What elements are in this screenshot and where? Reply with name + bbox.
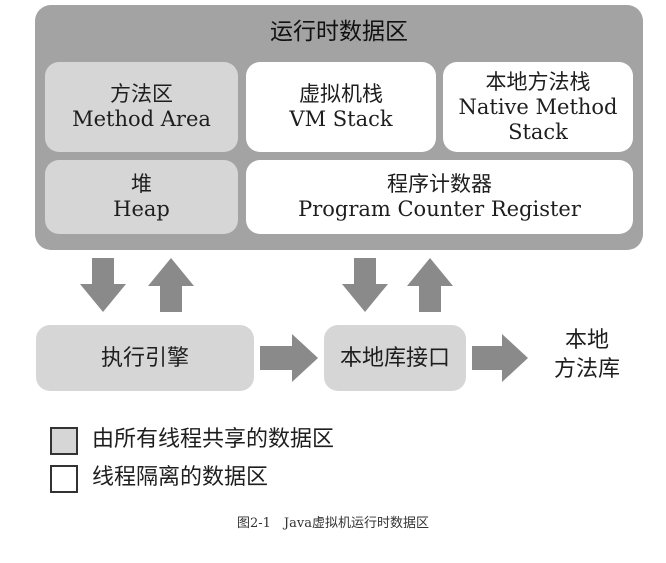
- down-arrow-icon: [342, 258, 388, 312]
- up-arrow-icon: [407, 258, 453, 312]
- vm-stack-en: VM Stack: [289, 107, 393, 131]
- program-counter-box: 程序计数器 Program Counter Register: [246, 160, 633, 234]
- native-library-line1: 本地: [564, 328, 609, 353]
- method-area-en: Method Area: [72, 107, 211, 131]
- native-interface-box: 本地库接口: [324, 325, 466, 391]
- heap-cn: 堆: [131, 172, 152, 196]
- heap-en: Heap: [113, 197, 170, 221]
- native-library-line2: 方法库: [553, 357, 620, 382]
- vm-stack-box: 虚拟机栈 VM Stack: [246, 62, 436, 152]
- program-counter-en: Program Counter Register: [298, 197, 581, 221]
- program-counter-cn: 程序计数器: [387, 172, 492, 196]
- native-method-stack-box: 本地方法栈 Native Method Stack: [443, 62, 633, 152]
- legend-shared-label: 由所有线程共享的数据区: [92, 427, 335, 452]
- right-arrow-icon: [472, 334, 528, 382]
- native-method-stack-cn: 本地方法栈: [485, 69, 591, 94]
- heap-box: 堆 Heap: [45, 160, 238, 234]
- native-method-stack-en-line1: Native Method: [458, 94, 618, 119]
- execution-engine-box: 执行引擎: [36, 325, 254, 391]
- native-interface-label: 本地库接口: [339, 345, 450, 371]
- native-method-library: 本地 方法库: [532, 326, 642, 384]
- legend-private-swatch: [50, 465, 78, 493]
- legend-private-label: 线程隔离的数据区: [92, 465, 269, 490]
- method-area-box: 方法区 Method Area: [45, 62, 238, 152]
- down-arrow-icon: [80, 258, 126, 312]
- runtime-data-area-title: 运行时数据区: [270, 19, 408, 45]
- legend-shared-swatch: [50, 427, 78, 455]
- execution-engine-label: 执行引擎: [100, 345, 189, 371]
- vm-stack-cn: 虚拟机栈: [299, 82, 383, 106]
- figure-caption: 图2-1 Java虚拟机运行时数据区: [237, 516, 429, 531]
- native-method-stack-en-line2: Stack: [508, 119, 568, 144]
- right-arrow-icon: [260, 334, 318, 382]
- up-arrow-icon: [148, 258, 194, 312]
- method-area-cn: 方法区: [110, 82, 173, 106]
